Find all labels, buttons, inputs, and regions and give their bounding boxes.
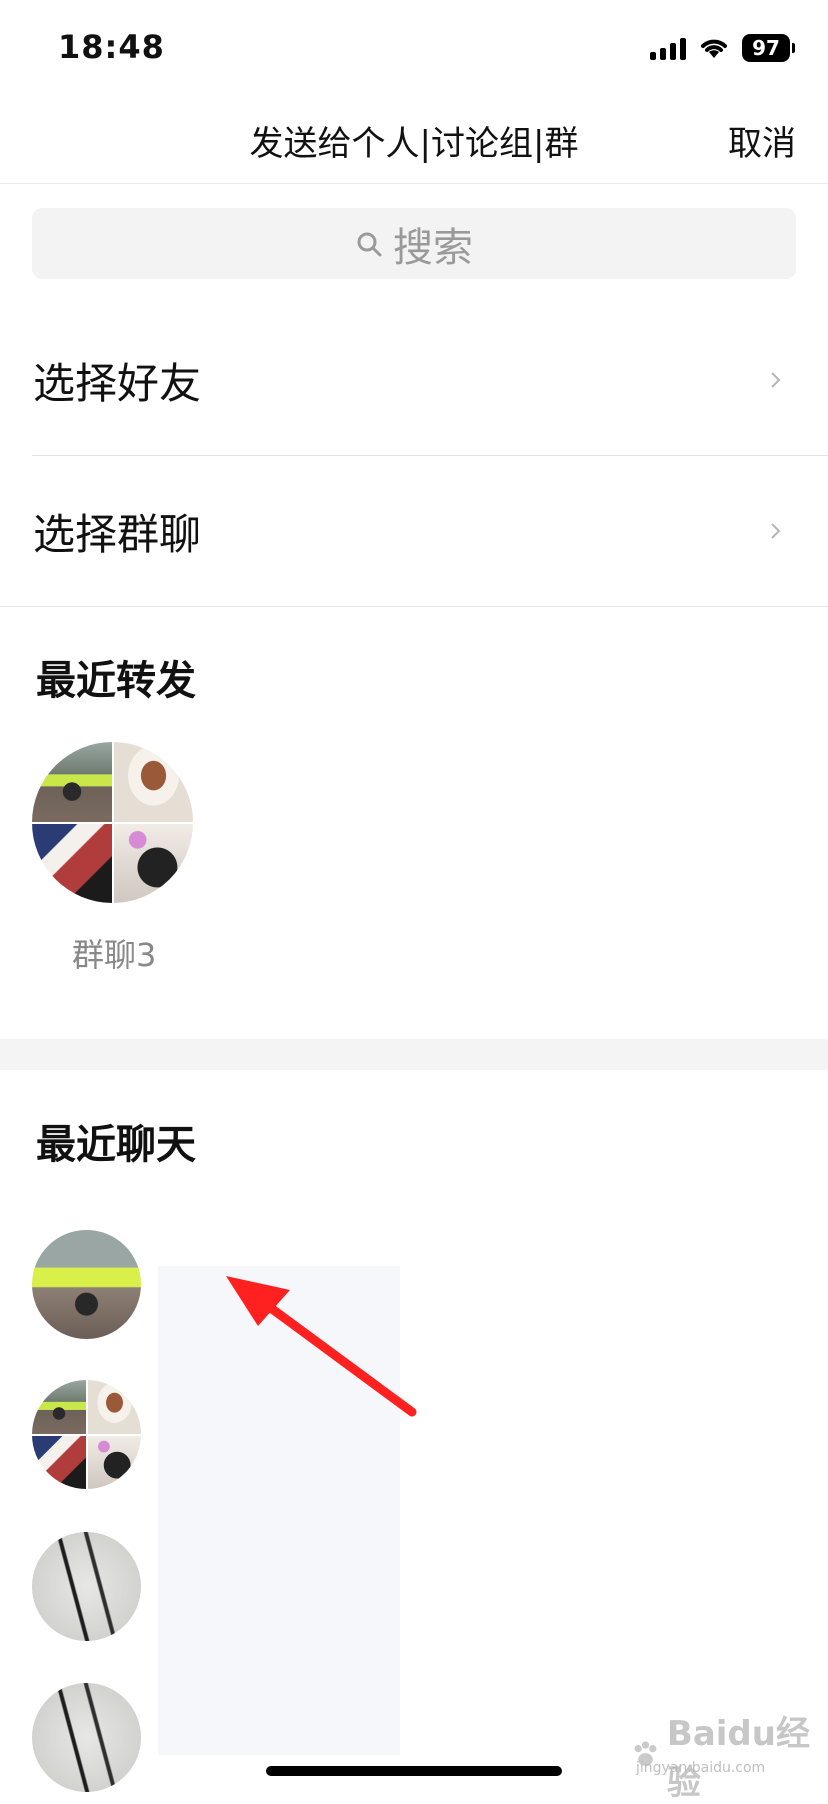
- chat-avatar[interactable]: [32, 1380, 141, 1489]
- chat-avatar[interactable]: [32, 1683, 141, 1792]
- select-friends-label: 选择好友: [33, 358, 202, 408]
- battery-icon: 97: [742, 34, 795, 62]
- avatar-coffee-image: [87, 1380, 141, 1434]
- recent-forward-name[interactable]: 群聊3: [72, 930, 156, 976]
- avatar-mask-image: [32, 1435, 86, 1489]
- watermark: Baidu经验: [630, 1706, 828, 1804]
- watermark-url: jingyan.baidu.com: [636, 1760, 766, 1776]
- page-title: 发送给个人|讨论组|群: [249, 124, 579, 164]
- status-indicators: 97: [650, 30, 795, 66]
- battery-level: 97: [752, 36, 780, 60]
- wifi-icon: [701, 39, 727, 58]
- chevron-right-icon: [771, 372, 781, 388]
- cancel-button[interactable]: 取消: [728, 116, 796, 165]
- annotation-arrow-icon: [226, 1276, 417, 1417]
- avatar-mask-image: [32, 823, 112, 903]
- home-indicator: [266, 1766, 562, 1776]
- search-placeholder: 搜索: [393, 224, 473, 271]
- chat-avatar[interactable]: [32, 1532, 141, 1641]
- section-gap: [0, 1039, 828, 1070]
- search-input[interactable]: 搜索: [32, 208, 796, 279]
- group-avatar[interactable]: [32, 742, 193, 903]
- nav-divider: [0, 183, 828, 184]
- recent-chats-title: 最近聊天: [36, 1122, 196, 1168]
- search-icon: [357, 232, 382, 256]
- chat-avatar[interactable]: [32, 1230, 141, 1339]
- cellular-signal-icon: [650, 36, 686, 60]
- avatar-plate-image: [113, 823, 193, 903]
- avatar-dog-image: [32, 1380, 86, 1434]
- avatar-dog-image: [32, 742, 112, 822]
- select-friends-row[interactable]: 选择好友: [0, 305, 828, 455]
- chevron-right-icon: [771, 523, 781, 539]
- avatar-plate-image: [87, 1435, 141, 1489]
- status-time: 18:48: [58, 28, 165, 66]
- select-group-chat-label: 选择群聊: [33, 509, 202, 559]
- watermark-brand: Baidu经验: [666, 1714, 810, 1803]
- recent-forward-title: 最近转发: [36, 658, 196, 704]
- section-divider: [0, 606, 828, 607]
- avatar-coffee-image: [113, 742, 193, 822]
- select-group-chat-row[interactable]: 选择群聊: [0, 456, 828, 606]
